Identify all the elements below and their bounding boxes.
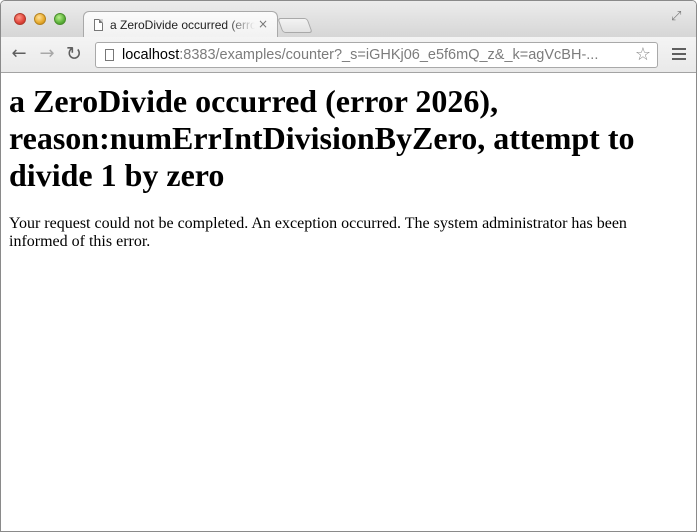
url-text[interactable]: localhost:8383/examples/counter?_s=iGHKj…	[122, 47, 627, 64]
zoom-window-button[interactable]	[54, 13, 66, 25]
page-icon	[105, 49, 114, 61]
minimize-window-button[interactable]	[34, 13, 46, 25]
bookmark-star-icon[interactable]: ☆	[635, 45, 651, 65]
error-heading: a ZeroDivide occurred (error 2026), reas…	[9, 83, 635, 193]
address-bar[interactable]: localhost:8383/examples/counter?_s=iGHKj…	[95, 42, 658, 68]
tab-close-icon[interactable]: ×	[258, 17, 268, 31]
error-message: Your request could not be completed. An …	[9, 215, 627, 250]
tab-active[interactable]: a ZeroDivide occurred (error 2026), reas…	[83, 11, 278, 38]
browser-toolbar: ← → ↻ localhost:8383/examples/counter?_s…	[1, 37, 696, 73]
title-bar: a ZeroDivide occurred (error 2026), reas…	[1, 1, 696, 38]
back-button[interactable]: ←	[9, 44, 29, 64]
page-content: a ZeroDivide occurred (error 2026), reas…	[1, 73, 696, 531]
tab-title: a ZeroDivide occurred (error 2026), reas…	[110, 18, 255, 32]
menu-icon[interactable]	[672, 48, 686, 60]
reload-button[interactable]: ↻	[64, 44, 84, 64]
url-host: localhost	[122, 47, 180, 63]
forward-button[interactable]: →	[37, 44, 57, 64]
page-icon	[94, 19, 103, 31]
new-tab-button[interactable]	[277, 18, 313, 33]
close-window-button[interactable]	[14, 13, 26, 25]
browser-window: a ZeroDivide occurred (error 2026), reas…	[0, 0, 697, 532]
url-path: :8383/examples/counter?_s=iGHKj06_e5f6mQ…	[179, 47, 599, 63]
fullscreen-icon[interactable]: ⤢	[671, 10, 685, 24]
